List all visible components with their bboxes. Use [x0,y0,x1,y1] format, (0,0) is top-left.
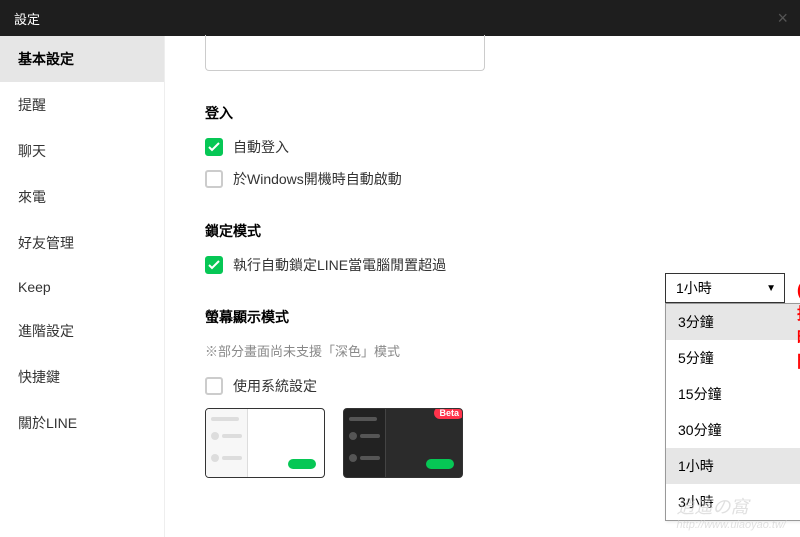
dropdown-option-5min[interactable]: 5分鐘 [666,340,800,376]
window-title: 設定 [14,9,40,28]
sidebar-item-friends[interactable]: 好友管理 [0,220,164,266]
auto-start-label: 於Windows開機時自動啟動 [233,169,402,189]
auto-lock-checkbox[interactable] [205,256,223,274]
login-section-title: 登入 [205,103,760,123]
lock-section-title: 鎖定模式 [205,221,760,241]
close-icon[interactable]: × [777,8,788,29]
window-header: 設定 × [0,0,800,36]
chevron-down-icon: ▼ [766,283,776,294]
use-system-theme-checkbox[interactable] [205,377,223,395]
sidebar-item-basic[interactable]: 基本設定 [0,36,164,82]
sidebar-item-calls[interactable]: 來電 [0,174,164,220]
dropdown-option-3min[interactable]: 3分鐘 [666,304,800,340]
auto-start-checkbox[interactable] [205,170,223,188]
sidebar-item-shortcuts[interactable]: 快捷鍵 [0,354,164,400]
theme-dark-card[interactable]: Beta [343,408,463,478]
main-content: 登入 自動登入 於Windows開機時自動啟動 鎖定模式 執行自動鎖定LINE當… [165,36,800,537]
auto-login-checkbox[interactable] [205,138,223,156]
dropdown-option-1hr[interactable]: 1小時 [666,448,800,484]
theme-light-card[interactable] [205,408,325,478]
settings-sidebar: 基本設定 提醒 聊天 來電 好友管理 Keep 進階設定 快捷鍵 關於LINE [0,36,165,537]
sidebar-item-alerts[interactable]: 提醒 [0,82,164,128]
sidebar-item-advanced[interactable]: 進階設定 [0,308,164,354]
dropdown-option-30min[interactable]: 30分鐘 [666,412,800,448]
sidebar-item-about[interactable]: 關於LINE [0,400,164,446]
auto-lock-label: 執行自動鎖定LINE當電腦閒置超過 [233,255,446,275]
dropdown-option-15min[interactable]: 15分鐘 [666,376,800,412]
chat-bubble-icon [426,459,454,469]
chat-bubble-icon [288,459,316,469]
sidebar-item-keep[interactable]: Keep [0,266,164,308]
lock-time-dropdown[interactable]: 1小時 ▼ [665,273,785,303]
use-system-theme-label: 使用系統設定 [233,376,317,396]
dropdown-selected: 1小時 [676,278,712,298]
dropdown-option-3hr[interactable]: 3小時 [666,484,800,520]
auto-login-label: 自動登入 [233,137,289,157]
sidebar-item-chat[interactable]: 聊天 [0,128,164,174]
lock-time-menu: 3分鐘 5分鐘 15分鐘 30分鐘 1小時 3小時 [665,303,800,521]
text-input-partial[interactable] [205,35,485,71]
